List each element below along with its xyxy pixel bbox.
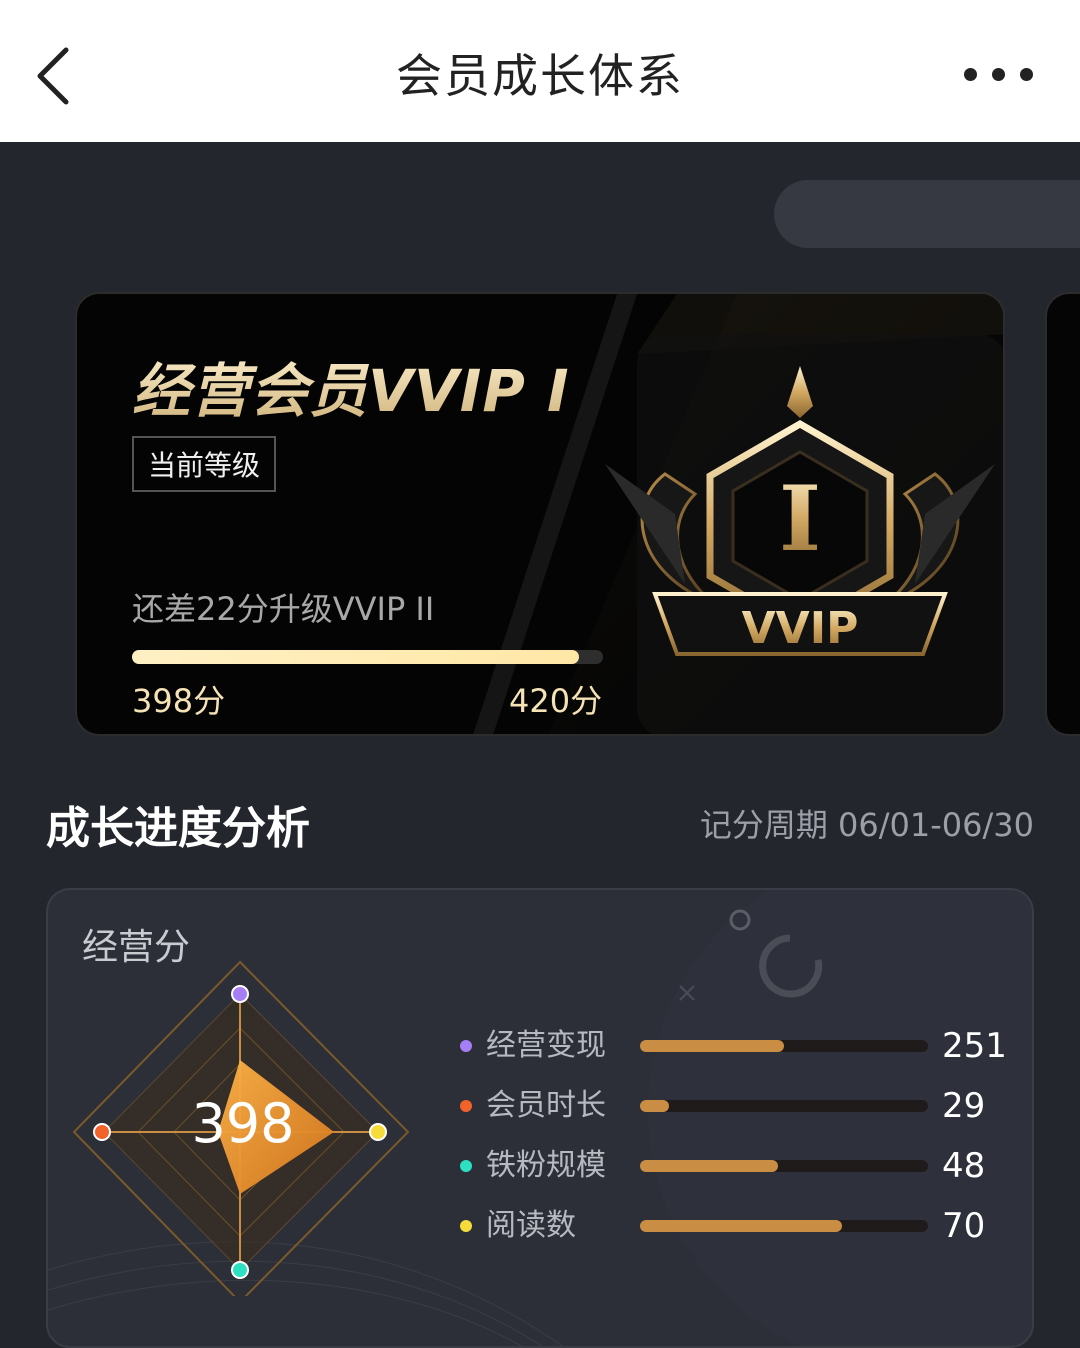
metric-bar [640,1220,928,1232]
metric-label: 经营变现 [486,1028,606,1063]
badge-ribbon-text: VVIP [742,603,859,654]
level-title: 经营会员VVIP I [132,344,570,428]
metric-value: 29 [942,1086,986,1126]
radar-point-reading [369,1123,387,1141]
growth-analysis-title: 成长进度分析 [46,803,310,854]
metric-dot [460,1100,472,1112]
metric-value: 70 [942,1206,986,1246]
metric-value: 48 [942,1146,986,1186]
radar-point-fans [231,1261,249,1279]
metric-bar [640,1040,928,1052]
level-progress-fill [132,650,579,664]
top-pill-placeholder[interactable] [774,180,1080,248]
top-navigation-bar: 会员成长体系 [0,0,1080,142]
membership-level-card[interactable]: 经营会员VVIP I 当前等级 还差22分升级VVIP II 398分 420分 [75,292,1005,736]
metric-dot [460,1220,472,1232]
more-dots-icon [964,68,977,81]
metric-row: 会员时长 29 [456,1086,1016,1126]
scoring-period: 记分周期 06/01-06/30 [699,806,1034,844]
metric-label: 会员时长 [486,1088,606,1123]
badge-numeral: I [779,466,821,572]
metric-bar [640,1160,928,1172]
level-progress-bar [132,650,603,664]
next-level-card-peek[interactable] [1045,292,1080,736]
metric-value: 251 [942,1026,1007,1066]
metric-bar [640,1100,928,1112]
upgrade-requirement-text: 还差22分升级VVIP II [132,590,435,628]
current-level-tag: 当前等级 [132,436,277,492]
next-level-score: 420分 [509,682,603,720]
metric-row: 经营变现 251 [456,1026,1016,1066]
more-options-button[interactable] [964,64,1034,86]
metric-dot [460,1040,472,1052]
vvip-badge-icon: I VVIP [605,366,995,656]
metric-label: 阅读数 [486,1208,576,1243]
page-title: 会员成长体系 [396,49,684,103]
metric-label: 铁粉规模 [486,1148,606,1183]
current-score: 398分 [132,682,226,720]
metric-bar-fill [640,1040,784,1052]
metric-row: 铁粉规模 48 [456,1146,1016,1186]
metric-bar-fill [640,1160,779,1172]
total-score: 398 [191,1092,295,1155]
metric-row: 阅读数 70 [456,1206,1016,1246]
radar-point-membership [93,1123,111,1141]
metric-dot [460,1160,472,1172]
radar-point-business [231,985,249,1003]
metric-bar-fill [640,1220,842,1232]
metric-bar-fill [640,1100,669,1112]
business-score-panel: 经营分 398 经营变现 251 会员时长 29 铁粉规模 48 阅读数 70 [46,888,1034,1348]
